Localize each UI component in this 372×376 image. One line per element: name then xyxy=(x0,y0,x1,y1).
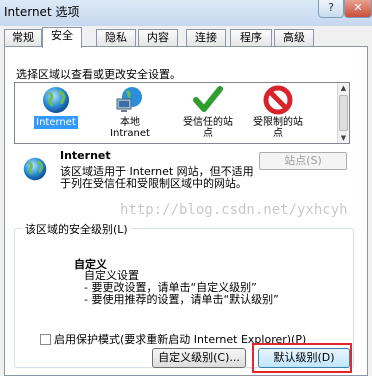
title-bar: Internet 选项 ? ✕ xyxy=(0,0,372,26)
zone-scrollbar[interactable]: ▲ ▼ xyxy=(337,83,349,143)
zone-intranet[interactable]: 本地 Intranet xyxy=(95,83,165,143)
zone-trusted-label: 受信任的站 点 xyxy=(183,117,233,139)
zone-select-label: 选择区域以查看或更改安全设置。 xyxy=(16,68,181,81)
checkmark-icon xyxy=(193,86,223,112)
scroll-up-icon[interactable]: ▲ xyxy=(338,83,349,93)
sites-button: 站点(S) xyxy=(259,152,347,170)
tab-advanced[interactable]: 高级 xyxy=(274,29,314,47)
custom-level-button[interactable]: 自定义级别(C)... xyxy=(152,348,246,368)
restricted-icon xyxy=(263,85,293,115)
protected-mode-checkbox[interactable] xyxy=(40,334,51,345)
tab-security[interactable]: 安全 xyxy=(42,27,82,48)
zone-list: Internet 本地 Intranet 受信任的站 点 受限制的站 点 ▲ ▼ xyxy=(14,82,350,144)
security-level-legend: 该区域的安全级别(L) xyxy=(22,221,131,237)
close-button[interactable]: ✕ xyxy=(344,0,372,18)
security-level-line: - 要使用推荐的设置，请单击“默认级别” xyxy=(84,293,279,306)
zone-trusted[interactable]: 受信任的站 点 xyxy=(173,83,243,143)
zone-description-text: 该区域适用于 Internet 网站，但不适用于列在受信任和受限制区域中的网站。 xyxy=(60,165,254,190)
zone-internet-label: Internet xyxy=(34,116,78,129)
zone-description-title: Internet xyxy=(60,149,111,162)
tab-general[interactable]: 常规 xyxy=(4,29,42,47)
tab-programs[interactable]: 程序 xyxy=(230,29,272,47)
zone-internet[interactable]: Internet xyxy=(21,83,91,143)
scroll-thumb[interactable] xyxy=(339,95,348,131)
window-title: Internet 选项 xyxy=(4,5,80,19)
security-level-description: 自定义设置 - 要更改设置，请单击“自定义级别” - 要使用推荐的设置，请单击“… xyxy=(84,270,279,306)
tab-connections[interactable]: 连接 xyxy=(186,29,226,47)
globe-icon xyxy=(23,157,47,181)
globe-icon xyxy=(43,87,69,113)
tab-content[interactable]: 内容 xyxy=(138,29,178,47)
zone-intranet-label: 本地 Intranet xyxy=(110,117,150,139)
tab-privacy[interactable]: 隐私 xyxy=(96,29,136,47)
zone-restricted[interactable]: 受限制的站 点 xyxy=(243,83,313,143)
highlight-box xyxy=(252,343,352,373)
watermark: http://blog.csdn.net/yxhcyh xyxy=(120,202,348,218)
zone-restricted-label: 受限制的站 点 xyxy=(253,117,303,139)
scroll-down-icon[interactable]: ▼ xyxy=(338,133,349,143)
intranet-icon xyxy=(116,87,142,112)
help-button[interactable]: ? xyxy=(318,0,344,18)
